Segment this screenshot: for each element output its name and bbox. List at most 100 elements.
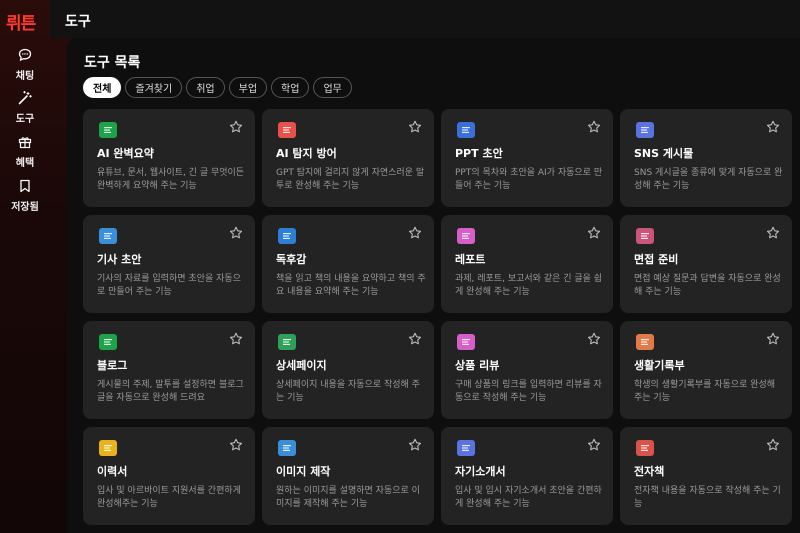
tool-card[interactable]: 전자책 전자책 내용을 자동으로 작성해 주는 기능: [620, 427, 792, 525]
tool-description: GPT 탐지에 걸리지 않게 자연스러운 말투로 완성해 주는 기능: [276, 168, 425, 191]
tool-title: 레포트: [455, 253, 486, 266]
favorite-star-icon[interactable]: [587, 331, 601, 345]
tool-title: PPT 초안: [455, 147, 503, 160]
tool-description: 원하는 이미지를 설명하면 자동으로 이미지를 제작해 주는 기능: [276, 486, 420, 509]
tool-card[interactable]: 독후감책을 읽고 책의 내용을 요약하고 책의 주요 내용을 요약해 주는 기능: [262, 215, 434, 313]
tool-title: 이력서: [97, 465, 128, 478]
tool-title: 생활기록부: [634, 359, 685, 372]
favorite-star-icon[interactable]: [587, 437, 601, 451]
favorite-star-icon[interactable]: [766, 437, 780, 451]
main-content: 도구 목록 전체 즐겨찾기 취업 부업 학업 업무 AI 완벽요약 유튜브, 문서, 웹사이…: [67, 38, 800, 533]
magic-wand-icon: [16, 89, 34, 107]
tool-card[interactable]: 상세페이지상세페이지 내용을 자동으로 작성해 주는 기능: [262, 321, 434, 419]
favorite-star-icon[interactable]: [766, 225, 780, 239]
tool-card[interactable]: 자기소개서입사 및 입시 자기소개서 초안을 간편하게 완성해 주는 기능: [441, 427, 613, 525]
summary-icon: [99, 122, 117, 138]
tool-card[interactable]: 상품 리뷰구매 상품의 링크를 입력하면 리뷰를 자동으로 작성해 주는 기능: [441, 321, 613, 419]
tool-title: 전자책: [634, 465, 665, 478]
filter-chip[interactable]: 취업: [186, 77, 225, 98]
tool-description: 기사의 자료를 입력하면 초안을 자동으로 만들어 주는 기능: [97, 274, 241, 297]
resume-icon: [99, 440, 117, 456]
tool-title: 자기소개서: [455, 465, 506, 478]
tool-description: 입사 및 입시 자기소개서 초안을 간편하게 완성해 주는 기능: [455, 486, 602, 509]
favorite-star-icon[interactable]: [587, 225, 601, 239]
sidebar-item-tools[interactable]: 도구: [0, 89, 50, 125]
chat-icon: [16, 46, 34, 64]
favorite-star-icon[interactable]: [587, 119, 601, 133]
favorite-star-icon[interactable]: [408, 225, 422, 239]
sidebar: 뤼튼 채팅 도구 혜택 저장됨: [0, 0, 50, 533]
sidebar-item-label: 도구: [15, 114, 35, 125]
blog-icon: [99, 334, 117, 350]
favorite-star-icon[interactable]: [229, 437, 243, 451]
gift-icon: [16, 133, 34, 151]
presentation-icon: [457, 122, 475, 138]
review-icon: [457, 334, 475, 350]
filter-chip[interactable]: 전체: [83, 77, 122, 98]
tool-card[interactable]: 이미지 제작원하는 이미지를 설명하면 자동으로 이미지를 제작해 주는 기능: [262, 427, 434, 525]
tool-card[interactable]: SNS 게시물 SNS 게시글을 종류에 맞게 자동으로 완성해 주는 기능: [620, 109, 792, 207]
tool-card[interactable]: 생활기록부 학생의 생활기록부를 자동으로 완성해 주는 기능: [620, 321, 792, 419]
tool-title: 기사 초안: [97, 253, 142, 266]
filter-chip[interactable]: 부업: [228, 77, 268, 98]
favorite-star-icon[interactable]: [408, 331, 422, 345]
tool-description: 책을 읽고 책의 내용을 요약하고 책의 주요 내용을 요약해 주는 기능: [276, 274, 426, 297]
tool-card[interactable]: PPT 초안 PPT의 목차와 초안을 AI가 자동으로 만들어 주는 기능: [441, 109, 613, 207]
tool-description: 상세페이지 내용을 자동으로 작성해 주는 기능: [276, 380, 420, 403]
tool-card[interactable]: 블로그게시물의 주제, 말투를 설정하면 블로그 글을 자동으로 완성해 드려요: [83, 321, 255, 419]
tool-title: SNS 게시물: [634, 147, 694, 160]
sidebar-item-saved[interactable]: 저장됨: [0, 177, 50, 213]
filter-chip[interactable]: 업무: [313, 77, 352, 98]
filter-chip[interactable]: 학업: [271, 77, 310, 98]
tool-card[interactable]: AI 완벽요약유튜브, 문서, 웹사이트, 긴 글 무엇이든 완벽하게 요약해 …: [83, 109, 255, 207]
page-title: 도구: [65, 14, 91, 30]
school-icon: [636, 334, 654, 350]
sidebar-item-benefits[interactable]: 혜택: [0, 133, 50, 169]
sidebar-item-label: 저장됨: [11, 202, 39, 213]
tool-description: 구매 상품의 링크를 입력하면 리뷰를 자동으로 작성해 주는 기능: [455, 380, 602, 403]
phone-icon: [636, 122, 654, 138]
tool-description: SNS 게시글을 종류에 맞게 자동으로 완성해 주는 기능: [634, 168, 783, 191]
tool-title: 상세페이지: [276, 359, 327, 372]
tool-description: PPT의 목차와 초안을 AI가 자동으로 만들어 주는 기능: [455, 168, 603, 191]
app-logo[interactable]: 뤼튼: [6, 9, 36, 34]
tool-card[interactable]: AI 탐지 방어 GPT 탐지에 걸리지 않게 자연스러운 말투로 완성해 주는 …: [262, 109, 434, 207]
tool-title: 블로그: [97, 359, 128, 372]
favorite-star-icon[interactable]: [408, 119, 422, 133]
tool-card[interactable]: 레포트과제, 레포트, 보고서와 같은 긴 글을 쉽게 완성해 주는 기능: [441, 215, 613, 313]
sidebar-item-chat[interactable]: 채팅: [0, 46, 50, 82]
tool-card[interactable]: 면접 준비면접 예상 질문과 답변을 자동으로 완성해 주는 기능: [620, 215, 792, 313]
tool-description: 게시물의 주제, 말투를 설정하면 블로그 글을 자동으로 완성해 드려요: [97, 380, 244, 403]
tool-title: 상품 리뷰: [455, 359, 500, 372]
ebook-icon: [636, 440, 654, 456]
tool-title: 독후감: [276, 253, 307, 266]
favorite-star-icon[interactable]: [766, 331, 780, 345]
favorite-star-icon[interactable]: [229, 331, 243, 345]
image-icon: [278, 440, 296, 456]
filter-chip[interactable]: 즐겨찾기: [125, 77, 183, 98]
newspaper-icon: [99, 228, 117, 244]
tool-title: AI 탐지 방어: [276, 147, 337, 160]
tool-description: 입사 및 아르바이트 지원서를 간편하게 완성해주는 기능: [97, 486, 241, 509]
tool-grid: AI 완벽요약유튜브, 문서, 웹사이트, 긴 글 무엇이든 완벽하게 요약해 …: [83, 109, 792, 525]
book-icon: [278, 228, 296, 244]
profile-icon: [457, 440, 475, 456]
briefcase-icon: [636, 228, 654, 244]
tool-title: AI 완벽요약: [97, 147, 154, 160]
tool-description: 면접 예상 질문과 답변을 자동으로 완성해 주는 기능: [634, 274, 781, 297]
favorite-star-icon[interactable]: [229, 225, 243, 239]
tool-card[interactable]: 기사 초안기사의 자료를 입력하면 초안을 자동으로 만들어 주는 기능: [83, 215, 255, 313]
bookmark-icon: [16, 177, 34, 195]
tool-title: 면접 준비: [634, 253, 679, 266]
report-icon: [457, 228, 475, 244]
favorite-star-icon[interactable]: [229, 119, 243, 133]
favorite-star-icon[interactable]: [766, 119, 780, 133]
favorite-star-icon[interactable]: [408, 437, 422, 451]
header: 도구: [50, 0, 800, 38]
tool-title: 이미지 제작: [276, 465, 331, 478]
tool-card[interactable]: 이력서입사 및 아르바이트 지원서를 간편하게 완성해주는 기능: [83, 427, 255, 525]
app-window: 뤼튼 채팅 도구 혜택 저장됨 도구 도구 목록 전체 즐겨찾기 취업 부업 학…: [0, 0, 800, 533]
tool-description: 과제, 레포트, 보고서와 같은 긴 글을 쉽게 완성해 주는 기능: [455, 274, 603, 297]
sidebar-item-label: 혜택: [15, 158, 35, 169]
tool-description: 유튜브, 문서, 웹사이트, 긴 글 무엇이든 완벽하게 요약해 주는 기능: [97, 168, 245, 191]
